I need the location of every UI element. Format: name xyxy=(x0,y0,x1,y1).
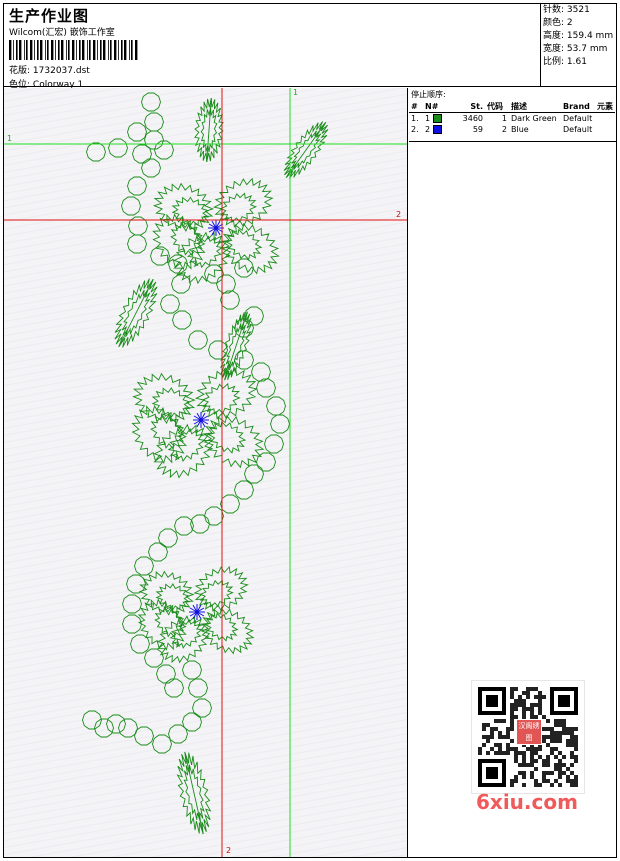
stats-panel: 针数: 3521 颜色: 2 高度: 159.4 mm 宽度: 53.7 mm … xyxy=(541,3,617,87)
guide-label-green-h: 1 xyxy=(7,134,13,143)
page-title: 生产作业图 xyxy=(9,7,90,25)
col-header: 描述 xyxy=(509,100,561,113)
col-header: 元素 xyxy=(595,100,615,113)
circle-chain xyxy=(82,92,290,754)
stat-scale: 比例: 1.61 xyxy=(543,57,587,67)
guide-label-green-v: 1 xyxy=(293,88,299,97)
col-header: 代码 xyxy=(485,100,509,113)
color-swatch xyxy=(432,114,442,123)
design-file-info: 花版: 1732037.dst xyxy=(9,63,90,76)
watermark-text: 6xiu.com xyxy=(476,790,578,814)
watermark-badge: 汉阁绣图 xyxy=(516,719,542,745)
leaf-and-flower-stitches xyxy=(114,98,329,835)
design-file-label: 花版: xyxy=(9,66,31,76)
col-header: St. xyxy=(451,100,485,113)
stop-sequence-header-row: # N# St. 代码 描述 Brand 元素 xyxy=(409,100,615,113)
embroidery-design-canvas: 1 1 2 2 xyxy=(4,88,408,857)
barcode xyxy=(9,40,138,60)
col-header: Brand xyxy=(561,100,595,113)
design-file-value: 1732037.dst xyxy=(32,66,90,76)
stop-sequence-table: # N# St. 代码 描述 Brand 元素 1. 1 3460 1 Dark… xyxy=(409,100,615,135)
stop-sequence-title: 停止顺序: xyxy=(411,90,446,99)
guide-label-red-v: 2 xyxy=(226,846,232,855)
table-row[interactable]: 1. 1 3460 1 Dark Green Default xyxy=(409,113,615,125)
stat-colors: 颜色: 2 xyxy=(543,18,573,28)
stat-width: 宽度: 53.7 mm xyxy=(543,44,608,54)
embroidery-design xyxy=(4,88,407,857)
stat-height: 高度: 159.4 mm xyxy=(543,31,614,41)
col-header: N# xyxy=(423,100,451,113)
stop-sequence-panel: 停止顺序: # N# St. 代码 描述 Brand 元素 1. 1 3460 … xyxy=(409,88,617,142)
header-panel: 生产作业图 Wilcom(汇宏) 嵌饰工作室 花版: 1732037.dst 色… xyxy=(3,3,541,90)
table-row[interactable]: 2. 2 59 2 Blue Default xyxy=(409,124,615,135)
software-subtitle: Wilcom(汇宏) 嵌饰工作室 xyxy=(9,28,115,38)
stat-stitches: 针数: 3521 xyxy=(543,5,590,15)
col-header: # xyxy=(409,100,423,113)
color-swatch xyxy=(432,125,442,134)
guide-label-red-h: 2 xyxy=(396,210,402,219)
